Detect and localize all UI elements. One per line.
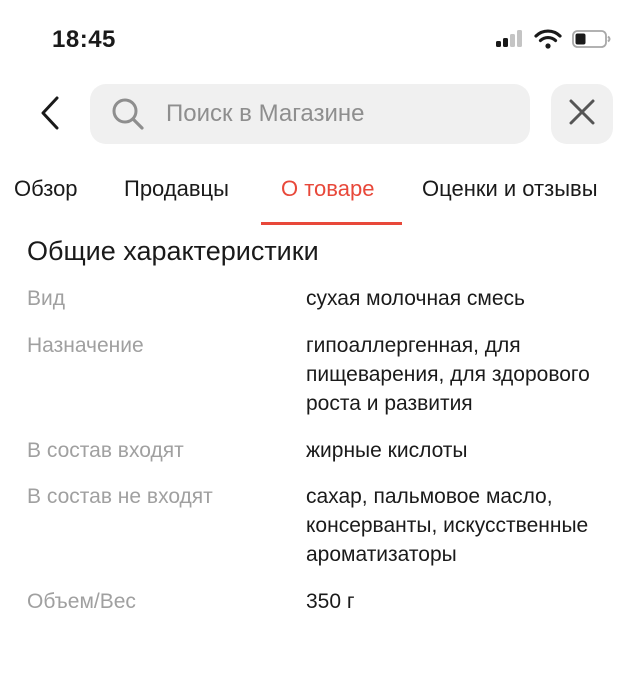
battery-icon [572, 29, 612, 54]
spec-value: жирные кислоты [306, 439, 468, 462]
spec-label: В состав не входят [27, 485, 213, 508]
search-bar-row [0, 84, 640, 146]
close-icon [569, 99, 595, 130]
cellular-signal-icon [496, 29, 524, 54]
status-time: 18:45 [52, 26, 116, 53]
spec-value: сахар, пальмовое масло, консерванты, иск… [306, 485, 589, 566]
clear-search-button[interactable] [551, 84, 613, 144]
tab-bar: Обзор Продавцы О товаре Оценки и отзывы [0, 168, 640, 226]
back-button[interactable] [30, 92, 70, 138]
search-icon [110, 96, 146, 132]
tab-overview[interactable]: Обзор [14, 176, 78, 202]
spec-row: В состав входят жирные кислоты [0, 436, 640, 465]
section-title: Общие характеристики [27, 236, 319, 266]
chevron-left-icon [38, 95, 62, 136]
spec-value: гипоаллергенная, для пищеварения, для зд… [306, 334, 590, 415]
tab-about-product[interactable]: О товаре [281, 176, 374, 202]
spec-value: 350 г [306, 590, 355, 613]
specs-list: Вид сухая молочная смесь Назначение гипо… [0, 284, 640, 616]
search-box[interactable] [90, 84, 530, 144]
status-bar: 18:45 [0, 0, 640, 80]
spec-label: Вид [27, 287, 65, 310]
status-icons [496, 28, 612, 55]
spec-value: сухая молочная смесь [306, 287, 525, 310]
wifi-icon [534, 28, 562, 55]
tab-reviews[interactable]: Оценки и отзывы [422, 176, 598, 202]
active-tab-indicator [261, 222, 402, 225]
spec-row: Вид сухая молочная смесь [0, 284, 640, 313]
spec-label: Объем/Вес [27, 590, 136, 613]
spec-row: Назначение гипоаллергенная, для пищеваре… [0, 331, 640, 418]
spec-label: В состав входят [27, 439, 184, 462]
spec-row: В состав не входят сахар, пальмовое масл… [0, 482, 640, 569]
search-input[interactable] [164, 99, 508, 129]
tab-sellers[interactable]: Продавцы [124, 176, 229, 202]
spec-label: Назначение [27, 334, 144, 357]
spec-row: Объем/Вес 350 г [0, 587, 640, 616]
